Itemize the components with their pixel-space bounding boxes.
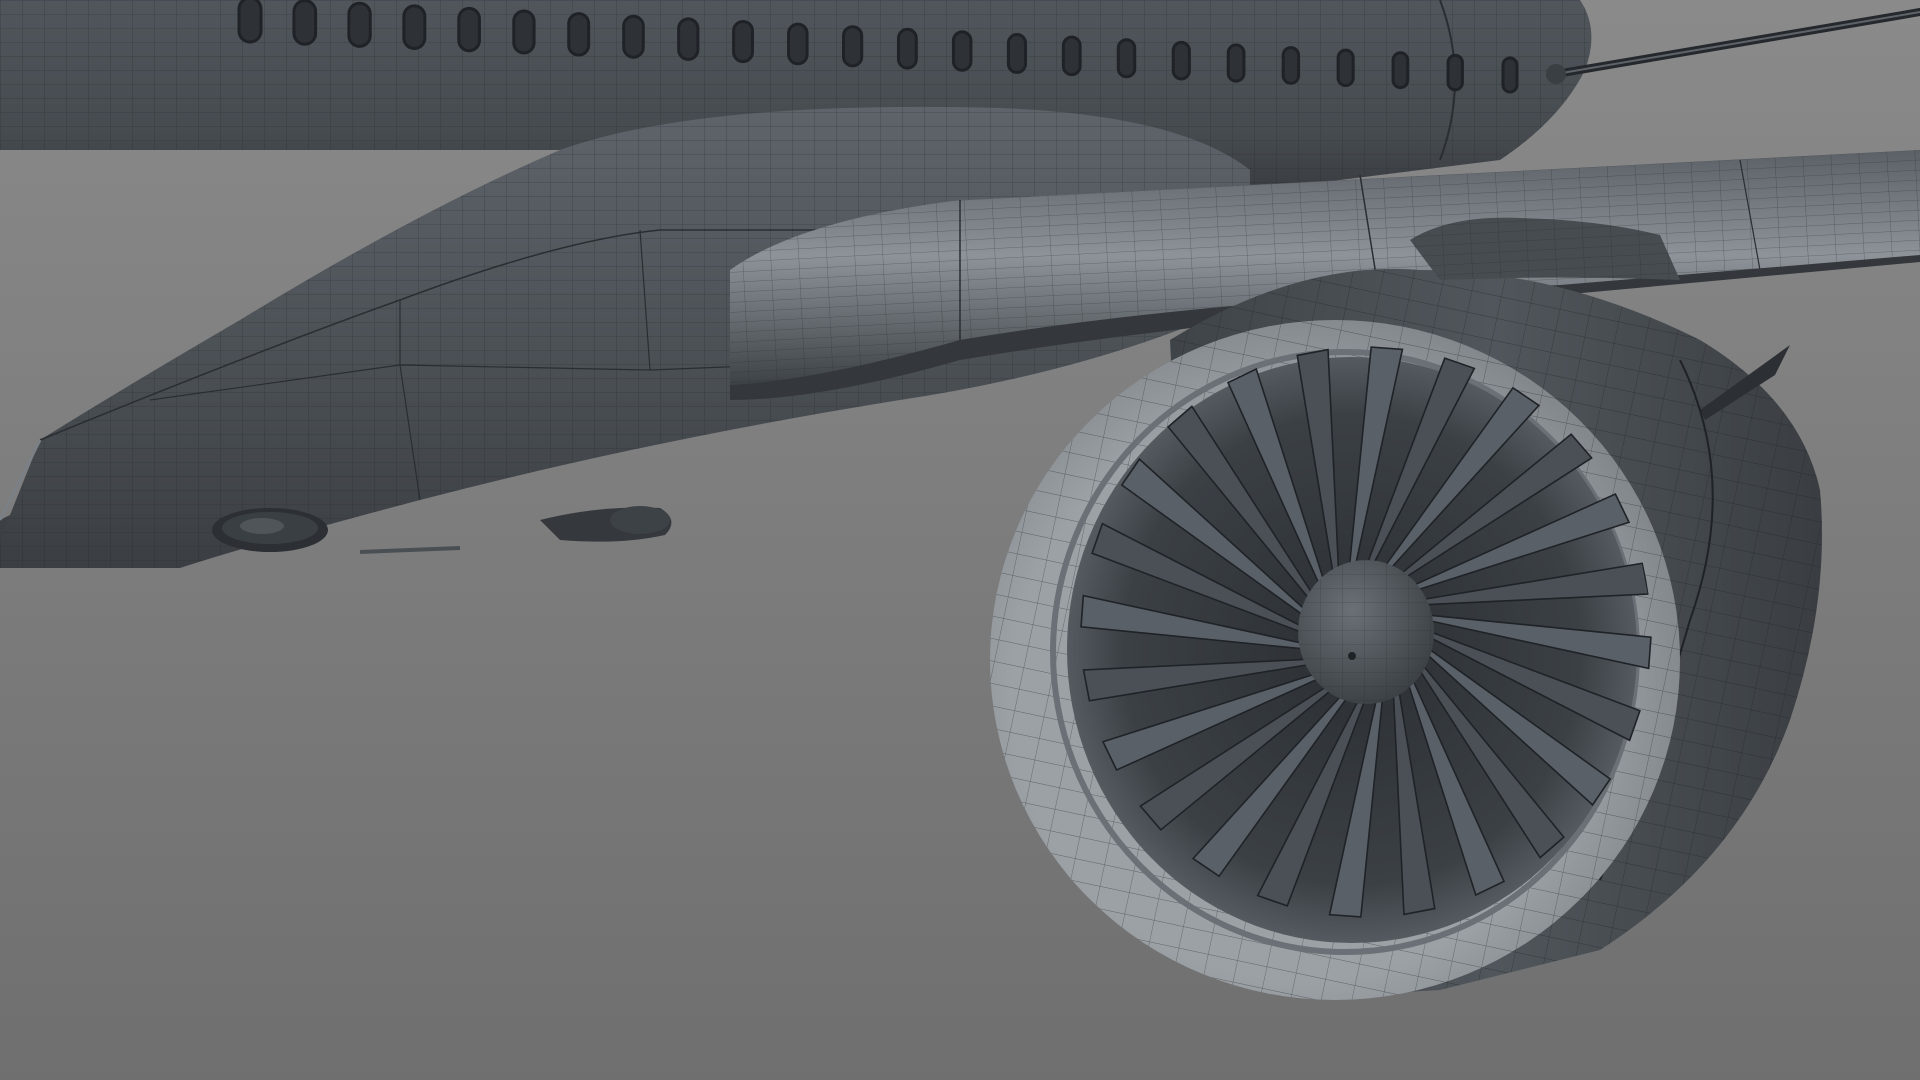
render-viewport <box>0 0 1920 1080</box>
cabin-window <box>512 9 536 55</box>
cabin-window <box>1061 35 1082 77</box>
cabin-window <box>347 1 372 48</box>
cabin-window <box>1446 53 1464 92</box>
cabin-window <box>896 27 918 70</box>
cabin-window <box>1336 48 1355 87</box>
cabin-window <box>842 25 864 68</box>
cabin-window <box>1116 38 1137 79</box>
spinner <box>1298 560 1434 704</box>
cabin-window <box>292 0 318 46</box>
cabin-window <box>237 0 263 44</box>
cabin-window <box>567 12 591 57</box>
cabin-window <box>951 30 973 72</box>
cabin-window <box>677 17 700 61</box>
cabin-window <box>787 22 809 66</box>
cabin-window <box>732 19 754 64</box>
cabin-window <box>1281 46 1301 85</box>
wireframe-aircraft-render <box>0 0 1920 1080</box>
cabin-window <box>1171 40 1191 81</box>
cabin-window <box>622 14 645 59</box>
cabin-window <box>457 6 481 53</box>
cabin-window <box>1006 33 1028 74</box>
cabin-window <box>402 4 427 51</box>
belly-light <box>212 508 328 552</box>
cabin-window <box>1391 51 1410 90</box>
cabin-window <box>1226 43 1246 83</box>
cabin-window <box>1501 56 1519 94</box>
